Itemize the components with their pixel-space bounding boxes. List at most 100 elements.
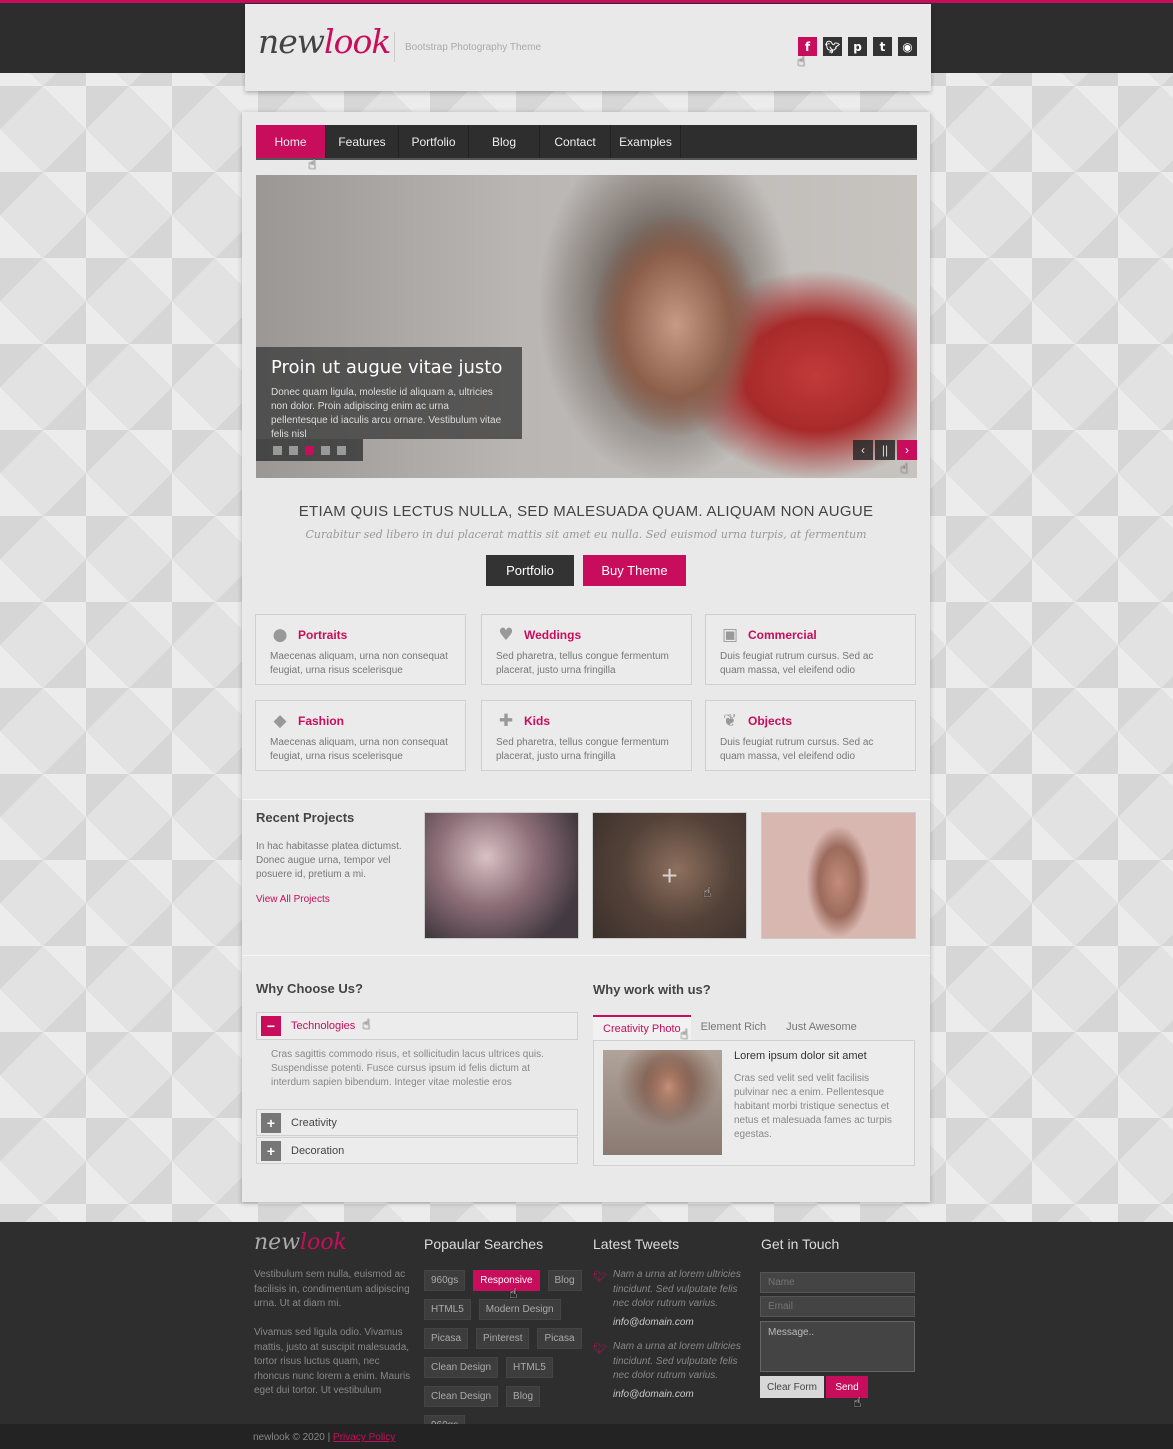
copyright: newlook © 2020 |	[253, 1432, 331, 1443]
tag[interactable]: Clean Design	[424, 1386, 499, 1407]
tweet: 🐦︎ Nam a urna at lorem ultricies tincidu…	[593, 1268, 753, 1330]
tag[interactable]: HTML5	[506, 1357, 553, 1378]
social-links: f 🐦︎ p t ◉	[798, 37, 917, 56]
nav-home[interactable]: Home	[256, 125, 326, 158]
prev-arrow-icon[interactable]: ‹	[853, 440, 873, 460]
buy-theme-button[interactable]: Buy Theme	[583, 555, 686, 586]
service-text: Maecenas aliquam, urna non consequat feu…	[270, 737, 448, 762]
diamond-icon: ◆	[273, 711, 287, 731]
why-choose-title: Why Choose Us?	[256, 981, 363, 996]
twitter-icon[interactable]: 🐦︎	[823, 37, 842, 56]
tag[interactable]: Clean Design	[424, 1357, 499, 1378]
accordion-item-creativity[interactable]: + Creativity	[256, 1109, 578, 1136]
accordion-label: Creativity	[291, 1116, 337, 1129]
rss-icon[interactable]: ◉	[898, 37, 917, 56]
pause-icon[interactable]: ||	[875, 440, 895, 460]
next-arrow-icon[interactable]: ›	[897, 440, 917, 460]
service-portraits[interactable]: ● Portraits Maecenas aliquam, urna non co…	[255, 614, 466, 685]
accordion-label: Decoration	[291, 1144, 345, 1157]
logo-text-new: new	[254, 1230, 301, 1255]
service-title: Commercial	[748, 628, 817, 642]
service-title: Weddings	[524, 628, 582, 642]
nav-examples[interactable]: Examples	[611, 125, 681, 158]
nav-contact[interactable]: Contact	[540, 125, 611, 158]
slider-pagination	[256, 439, 363, 461]
recent-projects-text: In hac habitasse platea dictumst. Donec …	[256, 841, 402, 880]
hero-slider[interactable]: Proin ut augue vitae justo Donec quam li…	[256, 175, 917, 478]
hand-cursor-icon: ☝	[797, 54, 806, 70]
email-input[interactable]	[760, 1296, 915, 1317]
gamepad-icon: ✚	[498, 711, 514, 731]
recent-projects-title: Recent Projects	[256, 810, 355, 825]
service-fashion[interactable]: ◆ Fashion Maecenas aliquam, urna non cons…	[255, 700, 466, 771]
intro-subline: Curabitur sed libero in dui placerat mat…	[305, 528, 867, 541]
tumblr-icon[interactable]: t	[873, 37, 892, 56]
slide-dot[interactable]	[289, 445, 298, 455]
service-text: Sed pharetra, tellus congue fermentum pl…	[496, 651, 669, 676]
slider-controls: ‹ || ›	[853, 440, 917, 460]
plus-icon: +	[261, 1112, 281, 1133]
tabs: Creativity Photo Element Rich Just Aweso…	[593, 1015, 867, 1041]
footer-logo[interactable]: newlook	[254, 1230, 347, 1255]
project-thumbnail[interactable]	[424, 812, 579, 939]
nav-portfolio[interactable]: Portfolio	[399, 125, 469, 158]
tag[interactable]: HTML5	[424, 1299, 471, 1320]
view-all-projects-link[interactable]: View All Projects	[256, 894, 330, 905]
pinterest-icon[interactable]: p	[848, 37, 867, 56]
tag[interactable]: Blog	[547, 1270, 582, 1291]
plus-icon: +	[661, 859, 678, 891]
main-nav: Home Features Portfolio Blog Contact Exa…	[256, 125, 917, 160]
slide-dot[interactable]	[321, 445, 330, 455]
accordion-item-decoration[interactable]: + Decoration	[256, 1137, 578, 1164]
message-textarea[interactable]: Message..	[760, 1321, 915, 1372]
footer: newlook Vestibulum sem nulla, euismod ac…	[0, 1222, 1173, 1436]
tab-element-rich[interactable]: Element Rich	[691, 1015, 776, 1041]
tab-creativity-photo[interactable]: Creativity Photo	[593, 1015, 691, 1041]
tag[interactable]: Modern Design	[478, 1299, 561, 1320]
tag[interactable]: Blog	[506, 1386, 541, 1407]
person-icon: ●	[272, 625, 288, 645]
tweet-text: Nam a urna at lorem ultricies tincidunt.…	[613, 1341, 741, 1381]
hand-cursor-icon: ☝	[703, 885, 712, 901]
privacy-policy-link[interactable]: Privacy Policy	[333, 1432, 395, 1443]
accordion-body: Cras sagittis commodo risus, et sollicit…	[271, 1049, 544, 1088]
tweet: 🐦︎ Nam a urna at lorem ultricies tincidu…	[593, 1340, 753, 1402]
service-commercial[interactable]: ▣ Commercial Duis feugiat rutrum cursus. …	[705, 614, 916, 685]
nav-features[interactable]: Features	[326, 125, 399, 158]
logo-text-look: look	[300, 1230, 347, 1255]
main-content: Home Features Portfolio Blog Contact Exa…	[242, 112, 930, 1202]
tweet-email-link[interactable]: info@domain.com	[613, 1389, 694, 1400]
slide-dot[interactable]	[273, 445, 282, 455]
project-thumbnail[interactable]	[761, 812, 916, 939]
clear-form-button[interactable]: Clear Form	[760, 1376, 824, 1398]
slide-dot[interactable]	[337, 445, 346, 455]
tweet-email-link[interactable]: info@domain.com	[613, 1317, 694, 1328]
accordion-item-technologies[interactable]: − Technologies	[256, 1012, 578, 1040]
portfolio-button[interactable]: Portfolio	[486, 555, 574, 586]
heart-icon: ♥	[498, 625, 514, 645]
tagline: Bootstrap Photography Theme	[405, 42, 542, 53]
tab-just-awesome[interactable]: Just Awesome	[776, 1015, 867, 1041]
service-kids[interactable]: ✚ Kids Sed pharetra, tellus congue fermen…	[481, 700, 692, 771]
hand-cursor-icon: ☝	[853, 1395, 862, 1411]
name-input[interactable]	[760, 1272, 915, 1293]
slide-dot-active[interactable]	[305, 445, 314, 455]
service-text: Maecenas aliquam, urna non consequat feu…	[270, 651, 448, 676]
accordion-label: Technologies	[291, 1020, 356, 1032]
footer-about-1: Vestibulum sem nulla, euismod ac facilis…	[254, 1269, 410, 1309]
nav-blog[interactable]: Blog	[469, 125, 540, 158]
minus-icon: −	[261, 1016, 281, 1036]
tweet-text: Nam a urna at lorem ultricies tincidunt.…	[613, 1269, 741, 1309]
hand-cursor-icon: ☝	[900, 461, 909, 477]
tag[interactable]: Pinterest	[476, 1328, 530, 1349]
service-objects[interactable]: ❦ Objects Duis feugiat rutrum cursus. Sed…	[705, 700, 916, 771]
logo[interactable]: newlook	[258, 22, 391, 61]
tag[interactable]: Picasa	[424, 1328, 469, 1349]
tag-active[interactable]: Responsive	[473, 1270, 540, 1291]
tab-panel: Lorem ipsum dolor sit amet Cras sed veli…	[593, 1040, 915, 1166]
tag[interactable]: 960gs	[424, 1270, 466, 1291]
service-weddings[interactable]: ♥ Weddings Sed pharetra, tellus congue fe…	[481, 614, 692, 685]
tag[interactable]: Picasa	[537, 1328, 582, 1349]
tag-cloud: 960gs Responsive Blog HTML5 Modern Desig…	[424, 1270, 584, 1436]
section-divider	[242, 799, 930, 800]
